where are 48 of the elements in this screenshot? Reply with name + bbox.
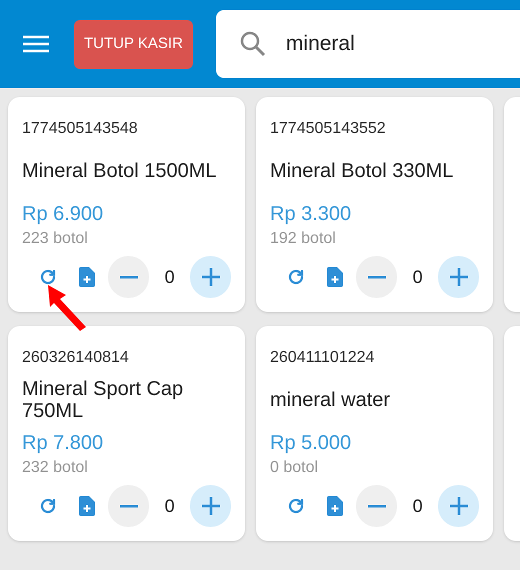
product-price: Rp 3.300 [270,203,352,225]
increase-button[interactable] [190,256,231,298]
quantity-value: 0 [412,266,424,288]
product-stock: 192 botol [270,229,337,249]
add-file-icon [78,496,95,516]
refresh-icon [38,497,57,515]
decrease-button[interactable] [356,485,398,527]
decrease-button[interactable] [108,485,150,527]
add-file-icon [326,267,343,287]
add-file-icon [326,496,343,516]
product-barcode: 260411101224 [270,348,376,368]
add-file-icon [78,267,95,287]
decrease-button[interactable] [108,256,150,298]
product-price: Rp 5.000 [270,432,352,454]
increase-button[interactable] [438,485,479,527]
product-stock: 232 botol [22,458,89,478]
quantity-value: 0 [164,494,176,518]
search-field[interactable]: mineral [216,10,520,78]
product-barcode: 1774505143548 [22,119,139,139]
product-price: Rp 6.900 [22,203,104,225]
search-icon [240,31,266,57]
quantity-value: 0 [412,494,424,518]
product-barcode: 1774505143552 [270,119,387,139]
minus-icon [368,504,386,508]
plus-icon [450,268,468,286]
product-stock: 223 botol [22,229,89,249]
refresh-icon [38,268,57,286]
plus-icon [202,497,220,515]
plus-icon [450,497,468,515]
increase-button[interactable] [438,256,479,298]
product-name: Mineral Botol 1500ML [22,160,217,182]
product-name: Mineral Botol 330ML [270,160,454,182]
product-stock: 0 botol [270,458,320,478]
quantity-value: 0 [164,266,176,288]
close-cashier-button[interactable]: TUTUP KASIR [74,20,193,68]
decrease-button[interactable] [356,256,398,298]
refresh-icon [286,497,305,515]
minus-icon [368,276,386,278]
product-price: Rp 7.800 [22,432,104,454]
refresh-icon [286,268,305,286]
increase-button[interactable] [190,485,231,527]
minus-icon [120,504,138,508]
plus-icon [202,268,220,286]
minus-icon [120,276,138,278]
product-name: Mineral Sport Cap 750ML [22,378,184,422]
product-name: mineral water [270,389,390,411]
product-barcode: 260326140814 [22,348,130,368]
menu-icon [23,35,49,53]
